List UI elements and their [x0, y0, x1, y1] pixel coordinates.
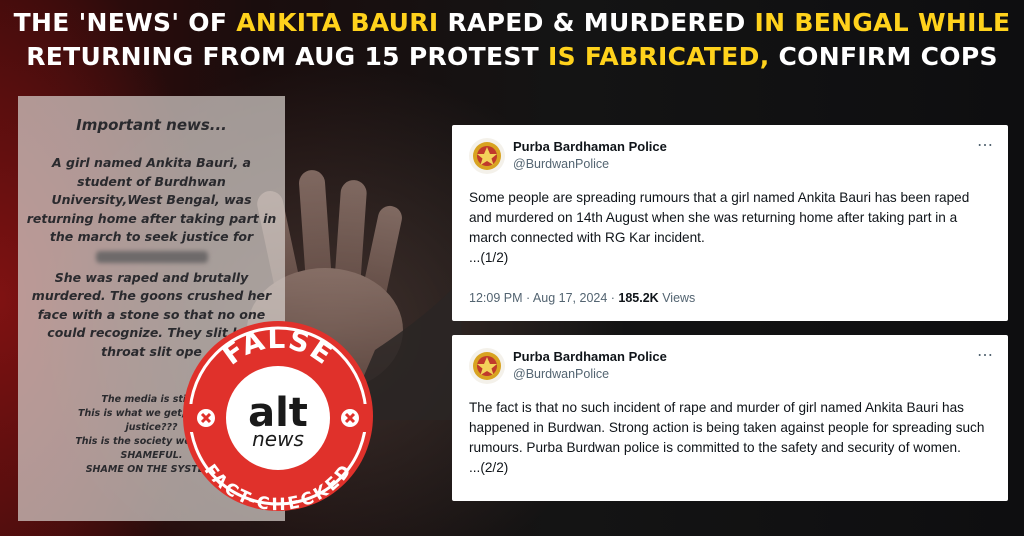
headline-line-2: RETURNING FROM AUG 15 PROTEST IS FABRICA… — [26, 42, 998, 71]
police-badge-avatar — [469, 138, 505, 174]
more-options-icon[interactable]: ⋯ — [977, 135, 994, 155]
redacted-name — [95, 250, 208, 263]
tweet-author-name[interactable]: Purba Bardhaman Police — [513, 139, 667, 154]
tweet-author-handle[interactable]: @BurdwanPolice — [513, 157, 609, 171]
more-options-icon[interactable]: ⋯ — [977, 345, 994, 365]
tweet-text: The fact is that no such incident of rap… — [469, 400, 985, 475]
post-body: A girl named Ankita Bauri, a student of … — [26, 155, 277, 244]
tweet-views-count: 185.2K — [618, 291, 659, 305]
close-icon — [341, 409, 359, 427]
post-title: Important news... — [76, 116, 227, 134]
tweet-author-handle[interactable]: @BurdwanPolice — [513, 367, 609, 381]
headline: THE 'NEWS' OF ANKITA BAURI RAPED & MURDE… — [0, 6, 1024, 74]
tweet-card-1[interactable]: Purba Bardhaman Police @BurdwanPolice ⋯ … — [452, 125, 1008, 321]
tweet-card-2[interactable]: Purba Bardhaman Police @BurdwanPolice ⋯ … — [452, 335, 1008, 501]
tweet-text: Some people are spreading rumours that a… — [469, 190, 970, 265]
headline-line-1: THE 'NEWS' OF ANKITA BAURI RAPED & MURDE… — [13, 8, 1011, 37]
alt-news-logo-bottom: news — [252, 427, 304, 451]
fact-check-seal: FALSE FACT-CHECKED alt news — [183, 321, 373, 514]
tweet-views-label: Views — [658, 291, 696, 305]
tweet-timestamp[interactable]: 12:09 PM · Aug 17, 2024 · — [469, 291, 618, 305]
close-icon — [197, 409, 215, 427]
tweet-meta: 12:09 PM · Aug 17, 2024 · 185.2K Views — [469, 291, 695, 305]
police-badge-avatar — [469, 348, 505, 384]
tweet-author-name[interactable]: Purba Bardhaman Police — [513, 349, 667, 364]
